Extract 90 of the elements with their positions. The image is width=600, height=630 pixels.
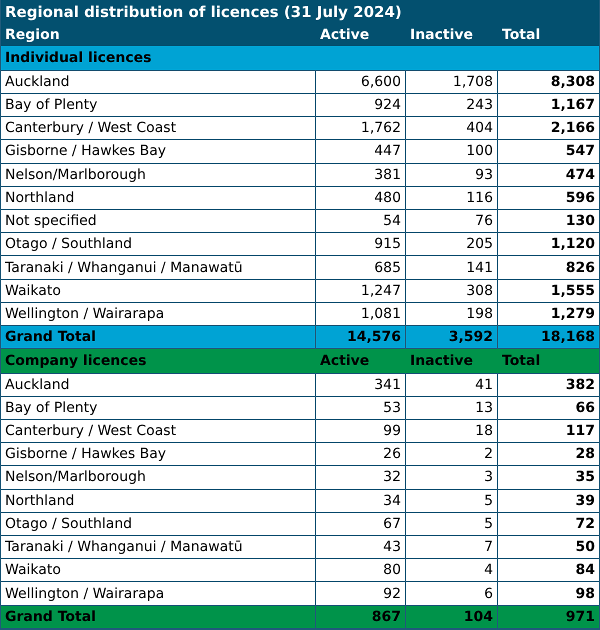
table-cell: 43 (316, 536, 406, 560)
table-cell: Gisborne / Hawkes Bay (1, 140, 316, 164)
table-cell: 41 (406, 374, 498, 397)
column-header: Active (319, 352, 370, 371)
table-cell: 54 (316, 210, 406, 234)
total-cell: 867 (316, 606, 406, 629)
table-cell: 685 (316, 256, 406, 280)
table-cell: Auckland (1, 374, 316, 397)
table-cell: Waikato (1, 280, 316, 303)
total-cell: 104 (406, 606, 498, 629)
table-cell: 382 (498, 374, 599, 397)
table-cell: Northland (1, 186, 316, 210)
table-cell: 50 (498, 536, 599, 560)
table-cell: 341 (316, 374, 406, 397)
table-cell: 130 (498, 210, 599, 234)
table-cell: 243 (406, 94, 498, 118)
table-cell: 18 (406, 420, 498, 444)
table-cell: Bay of Plenty (1, 396, 316, 420)
column-header: Active (319, 26, 370, 45)
table-cell: 6,600 (316, 70, 406, 94)
table-cell: 32 (316, 466, 406, 490)
section-title: Company licences (4, 352, 148, 371)
total-cell: 971 (498, 606, 599, 629)
table-cell: 93 (406, 164, 498, 187)
table-cell: 4 (406, 559, 498, 582)
column-header: Inactive (409, 26, 474, 45)
column-header: Total (501, 26, 542, 45)
table-cell: Gisborne / Hawkes Bay (1, 443, 316, 466)
table-cell: 1,555 (498, 280, 599, 303)
table-cell: Not specified (1, 210, 316, 234)
table-cell: 34 (316, 490, 406, 513)
table-cell: 80 (316, 559, 406, 582)
total-cell: Grand Total (1, 606, 316, 629)
table-cell: 404 (406, 117, 498, 140)
table-cell: 447 (316, 140, 406, 164)
table-cell: 8,308 (498, 70, 599, 94)
table-cell: 76 (406, 210, 498, 234)
table-cell: 5 (406, 490, 498, 513)
table-cell: 39 (498, 490, 599, 513)
table-cell: Auckland (1, 70, 316, 94)
table-cell: 924 (316, 94, 406, 118)
table-cell: Northland (1, 490, 316, 513)
table-cell: 7 (406, 536, 498, 560)
table-cell: 3 (406, 466, 498, 490)
table-cell: Nelson/Marlborough (1, 164, 316, 187)
table-cell: 72 (498, 512, 599, 536)
table-cell: Otago / Southland (1, 512, 316, 536)
table-cell: 28 (498, 443, 599, 466)
table-cell: 1,167 (498, 94, 599, 118)
table-cell: 100 (406, 140, 498, 164)
table-cell: 99 (316, 420, 406, 444)
table-cell: 381 (316, 164, 406, 187)
table-cell: Waikato (1, 559, 316, 582)
table-cell: Bay of Plenty (1, 94, 316, 118)
table-cell: Canterbury / West Coast (1, 420, 316, 444)
table-cell: 547 (498, 140, 599, 164)
table-cell: 5 (406, 512, 498, 536)
table-cell: 53 (316, 396, 406, 420)
table-cell: 826 (498, 256, 599, 280)
table-cell: Taranaki / Whanganui / Manawatū (1, 536, 316, 560)
table-cell: 1,120 (498, 233, 599, 256)
column-header: Total (501, 352, 542, 371)
column-header: Region (4, 26, 61, 45)
table-cell: 308 (406, 280, 498, 303)
table-cell: 474 (498, 164, 599, 187)
section-title: Individual licences (4, 49, 153, 68)
table-cell: 141 (406, 256, 498, 280)
table-cell: 480 (316, 186, 406, 210)
table-title: Regional distribution of licences (31 July 2024) (4, 2, 403, 23)
table-cell: 26 (316, 443, 406, 466)
table-cell: 117 (498, 420, 599, 444)
table-cell: Canterbury / West Coast (1, 117, 316, 140)
table-cell: 2 (406, 443, 498, 466)
table-cell: 915 (316, 233, 406, 256)
table-cell: 13 (406, 396, 498, 420)
column-header: Inactive (409, 352, 474, 371)
table-cell: Nelson/Marlborough (1, 466, 316, 490)
table-cell: 205 (406, 233, 498, 256)
table-cell: 1,762 (316, 117, 406, 140)
table-cell: 35 (498, 466, 599, 490)
table-cell: 1,708 (406, 70, 498, 94)
table-cell: 84 (498, 559, 599, 582)
table-cell: 67 (316, 512, 406, 536)
table-cell: 1,247 (316, 280, 406, 303)
table-cell: 596 (498, 186, 599, 210)
table-cell: 116 (406, 186, 498, 210)
table-cell: 2,166 (498, 117, 599, 140)
table-cell: Otago / Southland (1, 233, 316, 256)
table-cell: Taranaki / Whanganui / Manawatū (1, 256, 316, 280)
table-cell: 66 (498, 396, 599, 420)
